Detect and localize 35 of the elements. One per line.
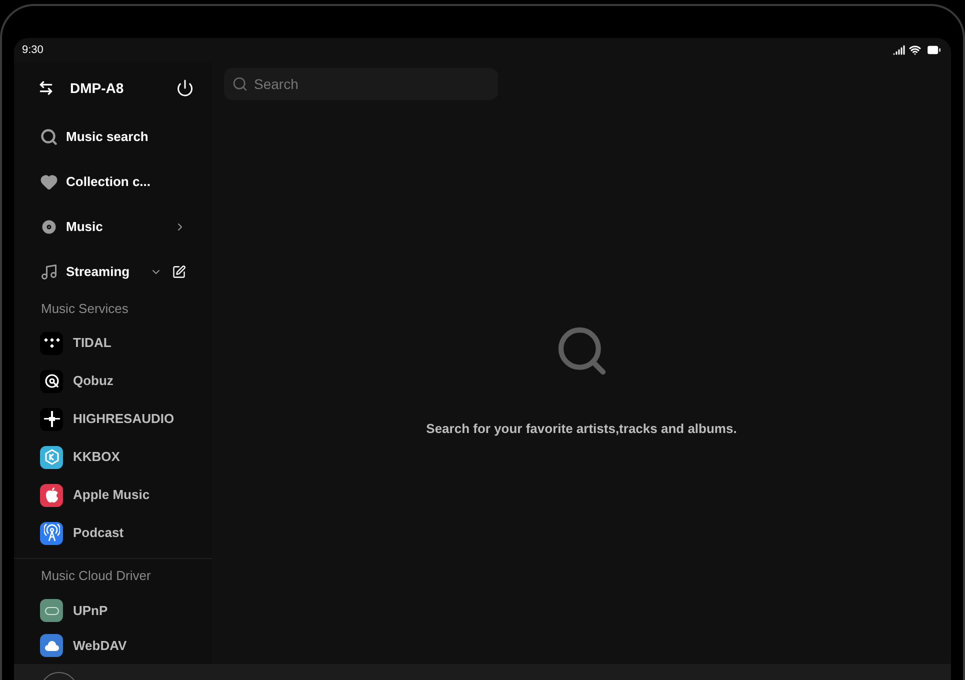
service-item[interactable]: HIGHRESAUDIO [14, 400, 212, 438]
service-item[interactable]: WebDAV [14, 628, 212, 663]
cloud-logo-icon [44, 640, 60, 652]
section-title: Music Cloud Driver [41, 567, 151, 586]
search-icon [232, 76, 248, 92]
status-time: 9:30 [22, 42, 44, 58]
diamonds-logo-icon [44, 337, 60, 349]
search-field[interactable]: Search [224, 68, 498, 100]
search-icon [40, 128, 58, 146]
service-item[interactable]: KKBOX [14, 438, 212, 476]
wifi-icon [909, 44, 921, 56]
service-item[interactable]: Podcast [14, 514, 212, 552]
battery-icon [925, 43, 943, 57]
nav-item[interactable]: Music search [14, 114, 212, 159]
section-title: Music Services [41, 300, 128, 318]
service-item[interactable]: Qobuz [14, 362, 212, 400]
nav-item[interactable]: Collection c... [14, 159, 212, 204]
power-icon[interactable] [176, 79, 194, 97]
service-item[interactable]: UPnP [14, 593, 212, 628]
signal-icon [893, 44, 905, 56]
disc-icon [40, 218, 58, 236]
empty-message: Search for your favorite artists,tracks and albums. [426, 420, 737, 438]
apple-logo-icon [44, 487, 58, 503]
service-item[interactable]: Apple Music [14, 476, 212, 514]
nav-item[interactable]: Streaming [14, 249, 212, 294]
music-note-icon [40, 262, 58, 280]
disc-logo-icon [44, 373, 60, 389]
nav-item[interactable]: Music [14, 204, 212, 249]
antenna-logo-icon [44, 524, 60, 542]
service-item[interactable]: TIDAL [14, 324, 212, 362]
switch-icon[interactable] [38, 80, 54, 96]
heart-icon [40, 172, 58, 190]
edit-icon[interactable] [172, 264, 186, 278]
device-name: DMP-A8 [70, 78, 125, 98]
hexagon-logo-icon [44, 449, 60, 465]
